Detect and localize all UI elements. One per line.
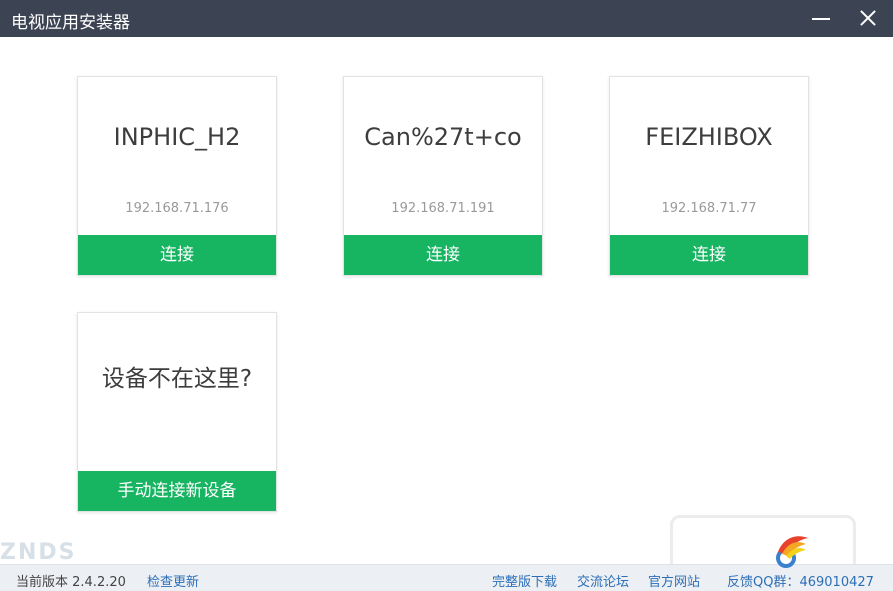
version-label: 当前版本 2.4.2.20: [16, 575, 126, 590]
brand-logo-icon: [776, 536, 808, 568]
check-update-link[interactable]: 检查更新: [147, 571, 199, 590]
manual-connect-button[interactable]: 手动连接新设备: [78, 471, 276, 511]
device-ip: 192.168.71.176: [125, 201, 229, 216]
connect-button[interactable]: 连接: [344, 235, 542, 275]
manual-connect-card: 设备不在这里? 手动连接新设备: [77, 312, 277, 512]
connect-button[interactable]: 连接: [78, 235, 276, 275]
device-panel: INPHIC_H2 192.168.71.176 连接 Can%27t+co 1…: [0, 37, 893, 581]
device-card: INPHIC_H2 192.168.71.176 连接: [77, 76, 277, 276]
device-not-here-title: 设备不在这里?: [101, 366, 253, 392]
device-card: Can%27t+co 192.168.71.191 连接: [343, 76, 543, 276]
device-ip: 192.168.71.77: [661, 201, 757, 216]
device-ip: 192.168.71.191: [391, 201, 495, 216]
close-icon[interactable]: [853, 4, 883, 32]
znds-watermark: ZNDS: [0, 540, 77, 565]
device-card: FEIZHIBOX 192.168.71.77 连接: [609, 76, 809, 276]
status-bar: 当前版本 2.4.2.20 检查更新 完整版下载 交流论坛 官方网站 反馈QQ群…: [0, 564, 893, 591]
minimize-icon[interactable]: [807, 4, 837, 32]
official-site-link[interactable]: 官方网站: [648, 571, 700, 590]
title-bar: 电视应用安装器: [0, 0, 893, 37]
forum-link[interactable]: 交流论坛: [577, 571, 629, 590]
connect-button[interactable]: 连接: [610, 235, 808, 275]
device-name: INPHIC_H2: [113, 123, 241, 151]
window-title: 电视应用安装器: [11, 13, 130, 33]
device-name: FEIZHIBOX: [645, 123, 773, 151]
device-name: Can%27t+co: [364, 123, 522, 151]
full-download-link[interactable]: 完整版下载: [492, 571, 557, 590]
